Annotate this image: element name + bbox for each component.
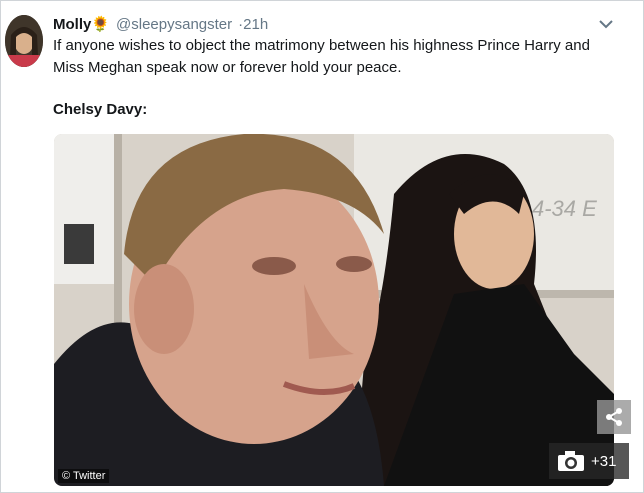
share-button[interactable] bbox=[597, 400, 631, 434]
meme-photo: 4-34 E bbox=[54, 134, 614, 486]
image-credit: © Twitter bbox=[58, 469, 110, 483]
quote-label: Chelsy Davy: bbox=[53, 101, 148, 118]
author-name[interactable]: Molly🌻 bbox=[53, 15, 110, 33]
chevron-down-icon[interactable] bbox=[597, 15, 615, 33]
gallery-count: +31 bbox=[591, 452, 617, 470]
tweet-card: Molly🌻 @sleepysangster ·21h If anyone wi… bbox=[0, 0, 644, 493]
whiteboard-text: 4-34 E bbox=[532, 196, 597, 221]
author-handle[interactable]: @sleepysangster bbox=[116, 16, 232, 33]
tweet-text: If anyone wishes to object the matrimony… bbox=[53, 37, 590, 76]
avatar[interactable] bbox=[5, 15, 43, 67]
tweet-header: Molly🌻 @sleepysangster ·21h bbox=[53, 13, 268, 35]
camera-icon bbox=[558, 451, 584, 471]
tweet-media-image[interactable]: 4-34 E © Twitter bbox=[54, 134, 614, 486]
sunflower-emoji: 🌻 bbox=[91, 16, 111, 33]
share-icon bbox=[606, 408, 622, 426]
tweet-time[interactable]: 21h bbox=[243, 16, 268, 33]
gallery-button[interactable]: +31 bbox=[549, 443, 629, 479]
